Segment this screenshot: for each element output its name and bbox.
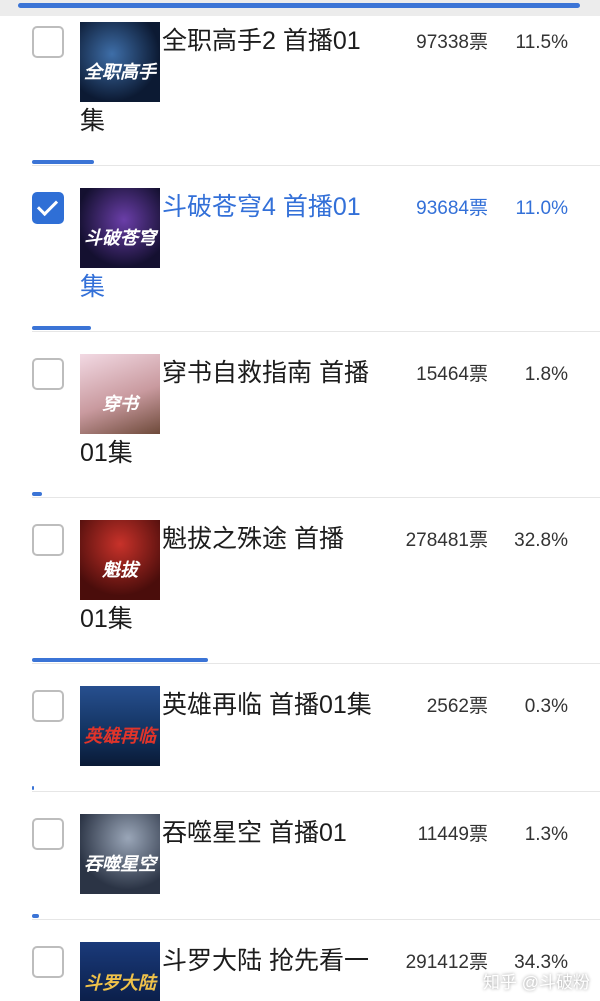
poster-text: 斗罗大陆 bbox=[84, 973, 156, 993]
vote-option-6[interactable]: 斗罗大陆 斗罗大陆 抢先看一 291412票 34.3% bbox=[0, 0, 600, 1001]
option-checkbox[interactable] bbox=[32, 946, 64, 978]
option-title: 斗罗大陆 抢先看一 bbox=[162, 947, 369, 975]
vote-count: 291412票 bbox=[405, 952, 488, 973]
watermark: 知乎 @斗破粉 bbox=[483, 973, 590, 992]
poster-thumbnail: 斗罗大陆 bbox=[80, 942, 160, 1001]
